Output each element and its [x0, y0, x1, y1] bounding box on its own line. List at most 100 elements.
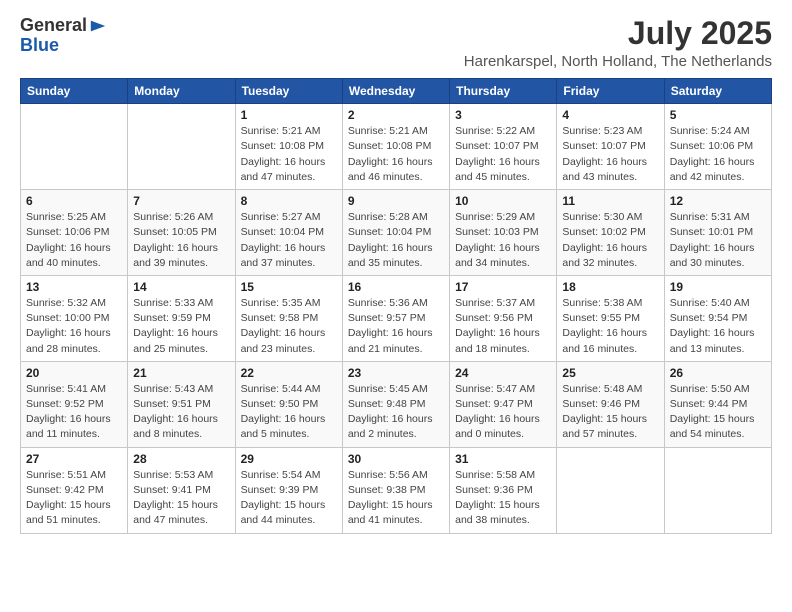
calendar-cell: 18 Sunrise: 5:38 AM Sunset: 9:55 PM Dayli… — [557, 275, 664, 361]
weekday-header-tuesday: Tuesday — [235, 79, 342, 104]
day-number: 3 — [455, 108, 551, 122]
day-number: 31 — [455, 452, 551, 466]
day-info: Sunrise: 5:21 AM Sunset: 10:08 PM Daylig… — [348, 124, 444, 185]
day-number: 11 — [562, 194, 658, 208]
calendar-cell: 20Sunrise: 5:41 AM Sunset: 9:52 PM Dayli… — [21, 361, 128, 447]
day-number: 27 — [26, 452, 122, 466]
day-info: Sunrise: 5:50 AM Sunset: 9:44 PM Dayligh… — [670, 382, 766, 443]
calendar-cell — [557, 447, 664, 533]
day-number: 18 — [562, 280, 658, 294]
day-number: 17 — [455, 280, 551, 294]
day-number: 16 — [348, 280, 444, 294]
day-info: Sunrise: 5:29 AM Sunset: 10:03 PM Daylig… — [455, 210, 551, 271]
day-info: Sunrise: 5:44 AM Sunset: 9:50 PM Dayligh… — [241, 382, 337, 443]
day-number: 10 — [455, 194, 551, 208]
calendar-cell: 23Sunrise: 5:45 AM Sunset: 9:48 PM Dayli… — [342, 361, 449, 447]
day-number: 28 — [133, 452, 229, 466]
day-number: 29 — [241, 452, 337, 466]
calendar-cell: 17 Sunrise: 5:37 AM Sunset: 9:56 PM Dayli… — [450, 275, 557, 361]
calendar-cell: 2 Sunrise: 5:21 AM Sunset: 10:08 PM Dayli… — [342, 104, 449, 190]
weekday-header-thursday: Thursday — [450, 79, 557, 104]
calendar-cell: 31 Sunrise: 5:58 AM Sunset: 9:36 PM Dayli… — [450, 447, 557, 533]
logo-icon — [89, 17, 107, 35]
day-number: 8 — [241, 194, 337, 208]
day-number: 21 — [133, 366, 229, 380]
calendar-cell: 26 Sunrise: 5:50 AM Sunset: 9:44 PM Dayli… — [664, 361, 771, 447]
calendar-cell — [21, 104, 128, 190]
day-number: 5 — [670, 108, 766, 122]
calendar-cell: 8 Sunrise: 5:27 AM Sunset: 10:04 PM Dayli… — [235, 190, 342, 276]
calendar-cell: 12 Sunrise: 5:31 AM Sunset: 10:01 PM Dayl… — [664, 190, 771, 276]
day-number: 14 — [133, 280, 229, 294]
day-info: Sunrise: 5:31 AM Sunset: 10:01 PM Daylig… — [670, 210, 766, 271]
calendar-cell — [128, 104, 235, 190]
day-number: 12 — [670, 194, 766, 208]
day-info: Sunrise: 5:43 AM Sunset: 9:51 PM Dayligh… — [133, 382, 229, 443]
day-number: 15 — [241, 280, 337, 294]
day-info: Sunrise: 5:53 AM Sunset: 9:41 PM Dayligh… — [133, 468, 229, 529]
day-info: Sunrise: 5:51 AM Sunset: 9:42 PM Dayligh… — [26, 468, 122, 529]
logo-general: General — [20, 16, 87, 36]
calendar-cell: 7 Sunrise: 5:26 AM Sunset: 10:05 PM Dayli… — [128, 190, 235, 276]
logo-blue: Blue — [20, 36, 59, 56]
day-info: Sunrise: 5:23 AM Sunset: 10:07 PM Daylig… — [562, 124, 658, 185]
calendar-container: General Blue July 2025 Harenkarspel, Nor… — [0, 0, 792, 550]
day-info: Sunrise: 5:37 AM Sunset: 9:56 PM Dayligh… — [455, 296, 551, 357]
calendar-cell: 11 Sunrise: 5:30 AM Sunset: 10:02 PM Dayl… — [557, 190, 664, 276]
month-year-title: July 2025 — [464, 16, 772, 51]
day-number: 30 — [348, 452, 444, 466]
weekday-header-sunday: Sunday — [21, 79, 128, 104]
weekday-header-wednesday: Wednesday — [342, 79, 449, 104]
calendar-week-row: 6Sunrise: 5:25 AM Sunset: 10:06 PM Dayli… — [21, 190, 772, 276]
day-info: Sunrise: 5:27 AM Sunset: 10:04 PM Daylig… — [241, 210, 337, 271]
page-header: General Blue July 2025 Harenkarspel, Nor… — [20, 16, 772, 70]
calendar-cell: 9Sunrise: 5:28 AM Sunset: 10:04 PM Dayli… — [342, 190, 449, 276]
calendar-cell: 21 Sunrise: 5:43 AM Sunset: 9:51 PM Dayli… — [128, 361, 235, 447]
calendar-cell: 10 Sunrise: 5:29 AM Sunset: 10:03 PM Dayl… — [450, 190, 557, 276]
day-info: Sunrise: 5:36 AM Sunset: 9:57 PM Dayligh… — [348, 296, 444, 357]
calendar-cell: 22 Sunrise: 5:44 AM Sunset: 9:50 PM Dayli… — [235, 361, 342, 447]
day-number: 25 — [562, 366, 658, 380]
calendar-cell: 29 Sunrise: 5:54 AM Sunset: 9:39 PM Dayli… — [235, 447, 342, 533]
day-number: 13 — [26, 280, 122, 294]
calendar-cell: 1 Sunrise: 5:21 AM Sunset: 10:08 PM Dayli… — [235, 104, 342, 190]
day-number: 2 — [348, 108, 444, 122]
day-info: Sunrise: 5:38 AM Sunset: 9:55 PM Dayligh… — [562, 296, 658, 357]
day-info: Sunrise: 5:22 AM Sunset: 10:07 PM Daylig… — [455, 124, 551, 185]
calendar-week-row: 1 Sunrise: 5:21 AM Sunset: 10:08 PM Dayli… — [21, 104, 772, 190]
weekday-header-saturday: Saturday — [664, 79, 771, 104]
day-info: Sunrise: 5:30 AM Sunset: 10:02 PM Daylig… — [562, 210, 658, 271]
day-info: Sunrise: 5:54 AM Sunset: 9:39 PM Dayligh… — [241, 468, 337, 529]
day-number: 1 — [241, 108, 337, 122]
calendar-cell: 27 Sunrise: 5:51 AM Sunset: 9:42 PM Dayli… — [21, 447, 128, 533]
day-number: 4 — [562, 108, 658, 122]
calendar-cell: 14 Sunrise: 5:33 AM Sunset: 9:59 PM Dayli… — [128, 275, 235, 361]
day-info: Sunrise: 5:33 AM Sunset: 9:59 PM Dayligh… — [133, 296, 229, 357]
day-info: Sunrise: 5:41 AM Sunset: 9:52 PM Dayligh… — [26, 382, 122, 443]
day-info: Sunrise: 5:25 AM Sunset: 10:06 PM Daylig… — [26, 210, 122, 271]
calendar-cell: 4 Sunrise: 5:23 AM Sunset: 10:07 PM Dayli… — [557, 104, 664, 190]
calendar-cell — [664, 447, 771, 533]
day-info: Sunrise: 5:28 AM Sunset: 10:04 PM Daylig… — [348, 210, 444, 271]
calendar-cell: 30Sunrise: 5:56 AM Sunset: 9:38 PM Dayli… — [342, 447, 449, 533]
day-info: Sunrise: 5:58 AM Sunset: 9:36 PM Dayligh… — [455, 468, 551, 529]
calendar-cell: 3 Sunrise: 5:22 AM Sunset: 10:07 PM Dayli… — [450, 104, 557, 190]
calendar-cell: 25Sunrise: 5:48 AM Sunset: 9:46 PM Dayli… — [557, 361, 664, 447]
title-block: July 2025 Harenkarspel, North Holland, T… — [464, 16, 772, 70]
calendar-week-row: 13 Sunrise: 5:32 AM Sunset: 10:00 PM Dayl… — [21, 275, 772, 361]
day-number: 22 — [241, 366, 337, 380]
day-info: Sunrise: 5:45 AM Sunset: 9:48 PM Dayligh… — [348, 382, 444, 443]
logo: General Blue — [20, 16, 107, 56]
day-info: Sunrise: 5:26 AM Sunset: 10:05 PM Daylig… — [133, 210, 229, 271]
day-info: Sunrise: 5:24 AM Sunset: 10:06 PM Daylig… — [670, 124, 766, 185]
day-info: Sunrise: 5:32 AM Sunset: 10:00 PM Daylig… — [26, 296, 122, 357]
day-number: 7 — [133, 194, 229, 208]
day-info: Sunrise: 5:35 AM Sunset: 9:58 PM Dayligh… — [241, 296, 337, 357]
day-number: 26 — [670, 366, 766, 380]
calendar-week-row: 27 Sunrise: 5:51 AM Sunset: 9:42 PM Dayli… — [21, 447, 772, 533]
calendar-cell: 19Sunrise: 5:40 AM Sunset: 9:54 PM Dayli… — [664, 275, 771, 361]
calendar-week-row: 20Sunrise: 5:41 AM Sunset: 9:52 PM Dayli… — [21, 361, 772, 447]
location-subtitle: Harenkarspel, North Holland, The Netherl… — [464, 53, 772, 70]
day-info: Sunrise: 5:21 AM Sunset: 10:08 PM Daylig… — [241, 124, 337, 185]
calendar-cell: 28 Sunrise: 5:53 AM Sunset: 9:41 PM Dayli… — [128, 447, 235, 533]
